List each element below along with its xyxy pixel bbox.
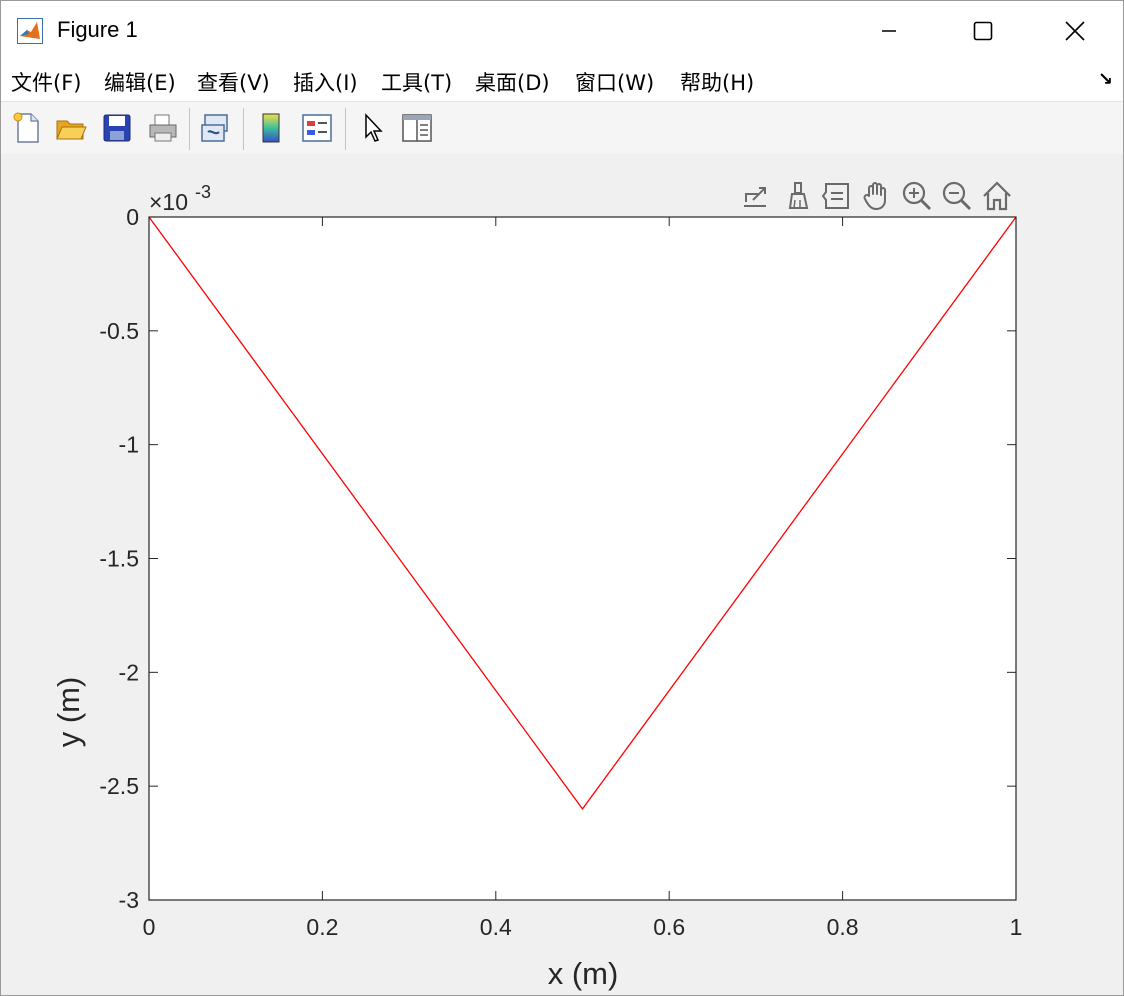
menu-tools[interactable]: 工具(T) — [381, 67, 452, 97]
y-tick-label: -2 — [119, 659, 139, 685]
pointer-icon[interactable] — [355, 110, 391, 146]
menu-edit[interactable]: 编辑(E) — [104, 67, 176, 97]
zoom-in-icon[interactable] — [899, 178, 935, 214]
plot-area[interactable]: 0 0.2 0.4 0.6 0.8 1 0 -0.5 -1 -1.5 -2 -2.5 -3 ×10 -3… — [1, 154, 1123, 995]
print-icon[interactable] — [145, 110, 181, 146]
y-tick-label: -1 — [119, 432, 139, 458]
minimize-icon — [882, 30, 896, 32]
maximize-icon — [973, 21, 993, 41]
pan-icon[interactable] — [859, 178, 895, 214]
x-tick-label: 0.2 — [306, 914, 338, 940]
x-tick-label: 0 — [143, 914, 156, 940]
menu-insert[interactable]: 插入(I) — [293, 67, 358, 97]
colorbar-icon[interactable] — [253, 110, 289, 146]
y-tick-label: -0.5 — [99, 318, 139, 344]
exponent-power: -3 — [195, 182, 211, 202]
close-button[interactable] — [1029, 1, 1121, 61]
link-plot-icon[interactable] — [197, 110, 233, 146]
property-inspector-icon[interactable] — [399, 110, 435, 146]
y-tick-label: -3 — [119, 887, 139, 913]
menu-file[interactable]: 文件(F) — [11, 67, 81, 97]
y-tick-label: -2.5 — [99, 773, 139, 799]
y-axis-label: y (m) — [51, 677, 86, 748]
x-axis-label: x (m) — [548, 956, 619, 991]
figure-toolbar — [1, 101, 1123, 155]
menu-window[interactable]: 窗口(W) — [575, 67, 654, 97]
legend-icon[interactable] — [299, 110, 335, 146]
figure-canvas[interactable]: 0 0.2 0.4 0.6 0.8 1 0 -0.5 -1 -1.5 -2 -2.5 -3 ×10 -3… — [1, 154, 1123, 995]
exponent-label: ×10 — [149, 189, 188, 215]
menu-bar: 文件(F) 编辑(E) 查看(V) 插入(I) 工具(T) 桌面(D) 窗口(W… — [1, 61, 1123, 101]
x-tick-label: 0.4 — [480, 914, 512, 940]
data-tips-icon[interactable] — [819, 178, 855, 214]
minimize-button[interactable] — [843, 1, 935, 61]
toolbar-separator — [189, 108, 190, 150]
maximize-button[interactable] — [937, 1, 1029, 61]
brush-icon[interactable] — [779, 178, 815, 214]
window-title: Figure 1 — [57, 17, 138, 42]
new-figure-icon[interactable] — [9, 110, 45, 146]
x-tick-label: 0.6 — [653, 914, 685, 940]
x-tick-label: 0.8 — [827, 914, 859, 940]
home-icon[interactable] — [979, 178, 1015, 214]
menu-help[interactable]: 帮助(H) — [680, 67, 754, 97]
y-tick-label: 0 — [126, 204, 139, 230]
x-tick-label: 1 — [1010, 914, 1023, 940]
matlab-icon — [17, 18, 43, 44]
y-tick-label: -1.5 — [99, 546, 139, 572]
toolbar-separator — [345, 108, 346, 150]
toolbar-separator — [243, 108, 244, 150]
title-bar[interactable]: Figure 1 — [1, 1, 1123, 61]
axes-background — [149, 217, 1016, 900]
close-icon — [1065, 21, 1085, 41]
menu-view[interactable]: 查看(V) — [197, 67, 270, 97]
export-icon[interactable] — [737, 178, 773, 214]
open-file-icon[interactable] — [53, 110, 89, 146]
zoom-out-icon[interactable] — [939, 178, 975, 214]
figure-window: Figure 1 文件(F) 编辑(E) 查看(V) 插入(I) 工具(T) 桌… — [0, 0, 1124, 996]
menu-desktop[interactable]: 桌面(D) — [475, 67, 550, 97]
save-icon[interactable] — [99, 110, 135, 146]
dock-arrow-icon[interactable]: ↘ — [1098, 69, 1113, 90]
